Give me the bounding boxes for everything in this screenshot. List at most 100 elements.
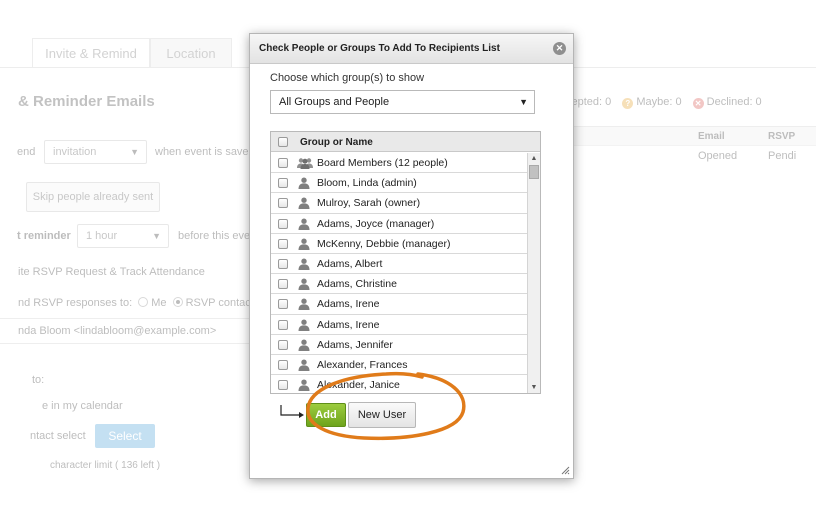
row-checkbox[interactable] [278, 299, 288, 310]
row-checkbox[interactable] [278, 178, 288, 189]
reminder-select-value: 1 hour [86, 230, 118, 242]
row-checkbox[interactable] [278, 339, 288, 350]
person-icon [297, 298, 311, 311]
row-label: Board Members (12 people) [317, 157, 448, 169]
scroll-up-icon[interactable]: ▲ [528, 153, 540, 164]
dialog-header: Check People or Groups To Add To Recipie… [250, 34, 573, 64]
row-label: Adams, Albert [317, 257, 383, 270]
row-checkbox[interactable] [278, 359, 288, 370]
row-checkbox[interactable] [278, 238, 288, 249]
person-icon [297, 319, 311, 331]
rsvp-email-field[interactable]: nda Bloom <lindabloom@example.com> [0, 318, 250, 344]
char-limit-suffix: left ) [140, 460, 161, 471]
rsvp-responses-row: nd RSVP responses to: Me RSVP contact [18, 297, 254, 309]
person-icon [297, 238, 311, 250]
person-icon [297, 258, 311, 270]
list-item[interactable]: Mulroy, Sarah (owner) [271, 193, 527, 214]
rsvp-me-label: Me [151, 297, 167, 309]
row-label: Adams, Irene [317, 298, 380, 311]
row-checkbox[interactable] [278, 319, 288, 330]
list-item[interactable]: Adams, Irene [271, 294, 527, 315]
section-heading: & Reminder Emails [18, 93, 155, 110]
row-label: McKenny, Debbie (manager) [317, 237, 451, 250]
row-label: Mulroy, Sarah (owner) [317, 197, 421, 210]
char-limit-prefix: character limit ( [50, 460, 119, 471]
invitation-select-value: invitation [53, 146, 97, 158]
recipients-list: Group or Name Board Members (12 people) B… [270, 131, 541, 394]
list-item[interactable]: McKenny, Debbie (manager) [271, 234, 527, 254]
declined-count: Declined: 0 [706, 96, 762, 108]
row-label: Bloom, Linda (admin) [317, 177, 417, 190]
row-label: Adams, Christine [317, 278, 397, 291]
scroll-down-icon[interactable]: ▼ [528, 382, 540, 393]
list-item[interactable]: Bloom, Linda (admin) [271, 173, 527, 194]
reminder-select[interactable]: 1 hour ▼ [77, 224, 169, 248]
rsvp-summary: cepted: 0 ? Maybe: 0 ✕ Declined: 0 [566, 96, 762, 109]
group-filter-select[interactable]: All Groups and People ▼ [270, 90, 535, 114]
row-checkbox[interactable] [278, 158, 288, 168]
group-filter-value: All Groups and People [279, 96, 390, 108]
scrollbar-thumb[interactable] [529, 165, 539, 179]
column-email: Email [698, 131, 725, 142]
rsvp-responses-label: nd RSVP responses to: [18, 297, 133, 309]
list-item[interactable]: Board Members (12 people) [271, 153, 527, 174]
character-limit-text: character limit ( 136 left ) [50, 460, 160, 471]
send-label: end [17, 146, 36, 158]
list-item[interactable]: Adams, Albert [271, 254, 527, 275]
row-checkbox[interactable] [278, 258, 288, 269]
resize-grip-icon[interactable] [561, 466, 570, 475]
when-saved-text: when event is saved [155, 146, 255, 158]
list-item[interactable]: Adams, Joyce (manager) [271, 214, 527, 234]
tab-label: Location [166, 46, 216, 61]
question-icon: ? [622, 98, 634, 109]
rsvp-me-radio[interactable] [138, 297, 149, 307]
table-cell-email: Opened [698, 150, 738, 162]
row-checkbox[interactable] [278, 218, 288, 229]
chevron-down-icon: ▼ [130, 147, 139, 157]
rsvp-contact-radio[interactable] [172, 297, 183, 307]
list-rows: Board Members (12 people) Bloom, Linda (a… [271, 153, 527, 393]
recipients-table-header: Email RSVP [540, 126, 816, 146]
row-checkbox[interactable] [278, 279, 288, 290]
row-label: Adams, Joyce (manager) [317, 217, 435, 230]
select-button[interactable]: Select [95, 424, 155, 448]
rsvp-email-value: nda Bloom <lindabloom@example.com> [18, 325, 217, 337]
chevron-down-icon: ▼ [152, 231, 161, 241]
row-label: Adams, Jennifer [317, 338, 393, 351]
tab-invite-remind[interactable]: Invite & Remind [32, 38, 150, 68]
group-filter-label: Choose which group(s) to show [270, 72, 425, 84]
list-item[interactable]: Adams, Jennifer [271, 335, 527, 355]
row-checkbox[interactable] [278, 198, 288, 209]
rsvp-request-text: ite RSVP Request & Track Attendance [18, 266, 205, 278]
person-icon [297, 218, 311, 230]
close-icon[interactable]: ✕ [553, 42, 566, 55]
person-icon [297, 197, 311, 210]
dialog-title: Check People or Groups To Add To Recipie… [259, 43, 500, 54]
group-icon [297, 157, 313, 169]
tab-location[interactable]: Location [150, 38, 232, 68]
contact-select-text: ntact select [30, 430, 86, 442]
char-limit-value: 136 [121, 460, 138, 471]
declined-icon: ✕ [692, 98, 704, 109]
before-event-text: before this even [178, 230, 257, 242]
table-cell-rsvp: Pendi [768, 150, 797, 162]
tab-label: Invite & Remind [45, 46, 137, 61]
list-header: Group or Name [271, 132, 540, 152]
column-rsvp: RSVP [768, 131, 796, 142]
list-scrollbar[interactable]: ▲ ▼ [527, 153, 540, 393]
skip-sent-button[interactable]: Skip people already sent [26, 182, 160, 212]
list-header-label: Group or Name [300, 137, 373, 148]
to-label: to: [32, 374, 45, 386]
row-checkbox[interactable] [278, 380, 288, 391]
row-label: Adams, Irene [317, 318, 380, 331]
list-item[interactable]: Adams, Irene [271, 315, 527, 335]
select-all-checkbox[interactable] [278, 137, 288, 147]
list-item[interactable]: Adams, Christine [271, 274, 527, 295]
chevron-down-icon: ▼ [519, 97, 528, 107]
maybe-count: Maybe: 0 [636, 96, 682, 108]
person-icon [297, 177, 311, 190]
calendar-text: e in my calendar [42, 400, 123, 412]
person-icon [297, 339, 311, 351]
highlight-circle-annotation [306, 371, 466, 441]
invitation-select[interactable]: invitation ▼ [44, 140, 147, 164]
